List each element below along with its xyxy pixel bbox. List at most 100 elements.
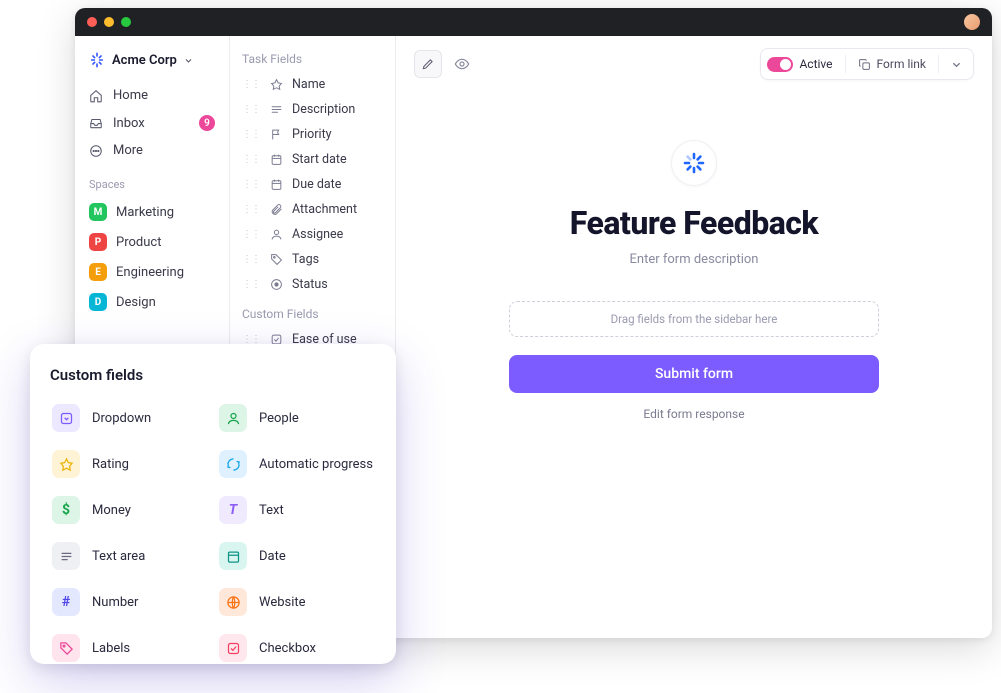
more-icon: [89, 144, 103, 158]
custom-field-type-date[interactable]: Date: [217, 536, 376, 576]
drag-handle-icon[interactable]: ⋮⋮: [242, 79, 260, 90]
field-type-label: Text: [259, 503, 284, 518]
form-logo[interactable]: [671, 140, 717, 186]
drag-handle-icon[interactable]: ⋮⋮: [242, 104, 260, 115]
form-canvas: Feature Feedback Enter form description …: [414, 140, 974, 421]
chevron-down-icon: [951, 59, 962, 70]
main: Active Form link Feature Feedback: [396, 36, 992, 638]
space-name: Design: [116, 295, 156, 310]
space-item[interactable]: PProduct: [85, 227, 219, 257]
field-type-icon: [269, 228, 283, 242]
task-field-item[interactable]: ⋮⋮ Tags: [240, 247, 385, 272]
space-item[interactable]: MMarketing: [85, 197, 219, 227]
field-type-label: Rating: [92, 457, 129, 472]
task-field-item[interactable]: ⋮⋮Assignee: [240, 222, 385, 247]
custom-field-type-dropdown[interactable]: Dropdown: [50, 398, 209, 438]
field-type-icon: T: [219, 496, 247, 524]
form-title[interactable]: Feature Feedback: [570, 204, 818, 242]
field-label: Due date: [292, 177, 341, 192]
space-item[interactable]: EEngineering: [85, 257, 219, 287]
custom-field-type-number[interactable]: #Number: [50, 582, 209, 622]
nav-home-label: Home: [113, 88, 148, 103]
field-type-icon: [269, 278, 283, 292]
field-type-icon: [52, 542, 80, 570]
drag-handle-icon[interactable]: ⋮⋮: [242, 254, 260, 265]
titlebar: [75, 8, 992, 36]
pencil-icon: [421, 57, 435, 71]
task-field-item[interactable]: ⋮⋮ Description: [240, 97, 385, 122]
field-type-label: Dropdown: [92, 411, 151, 426]
divider: [938, 55, 939, 73]
space-icon: E: [89, 263, 107, 281]
workspace-name: Acme Corp: [112, 53, 177, 68]
task-field-item[interactable]: ⋮⋮Priority: [240, 122, 385, 147]
drag-handle-icon[interactable]: ⋮⋮: [242, 129, 260, 140]
form-description[interactable]: Enter form description: [630, 252, 759, 267]
nav-home[interactable]: Home: [85, 82, 219, 109]
field-type-icon: [269, 78, 283, 92]
custom-field-type-text-area[interactable]: Text area: [50, 536, 209, 576]
preview-button[interactable]: [448, 50, 476, 78]
link-icon: [858, 58, 871, 71]
task-field-item[interactable]: ⋮⋮ Due date: [240, 172, 385, 197]
form-link-button[interactable]: Form link: [852, 54, 932, 74]
field-label: Tags: [292, 252, 319, 267]
custom-fields-label: Custom Fields: [240, 305, 385, 327]
space-item[interactable]: DDesign: [85, 287, 219, 317]
workspace-switcher[interactable]: Acme Corp: [85, 50, 219, 82]
nav-more[interactable]: More: [85, 137, 219, 164]
window-controls: [87, 17, 131, 27]
field-type-label: Number: [92, 595, 138, 610]
window-minimize-icon[interactable]: [104, 17, 114, 27]
field-type-icon: [219, 404, 247, 432]
custom-field-type-automatic-progress[interactable]: Automatic progress: [217, 444, 376, 484]
task-field-item[interactable]: ⋮⋮Start date: [240, 147, 385, 172]
space-name: Product: [116, 235, 161, 250]
submit-button[interactable]: Submit form: [509, 355, 879, 393]
active-toggle[interactable]: [767, 57, 793, 72]
task-field-item[interactable]: ⋮⋮Status: [240, 272, 385, 297]
spinner-icon: [682, 151, 706, 175]
chevron-down-icon: [184, 56, 193, 65]
drag-handle-icon[interactable]: ⋮⋮: [242, 279, 260, 290]
form-dropzone[interactable]: Drag fields from the sidebar here: [509, 301, 879, 337]
field-label: Attachment: [292, 202, 357, 217]
custom-field-type-checkbox[interactable]: Checkbox: [217, 628, 376, 664]
window-maximize-icon[interactable]: [121, 17, 131, 27]
home-icon: [89, 89, 103, 103]
custom-field-type-text[interactable]: T Text: [217, 490, 376, 530]
field-type-icon: [269, 153, 283, 167]
field-type-icon: [219, 450, 247, 478]
field-type-label: Automatic progress: [259, 457, 373, 472]
active-label: Active: [799, 57, 838, 71]
inbox-icon: [89, 116, 103, 130]
edit-mode-button[interactable]: [414, 50, 442, 78]
custom-field-type-labels[interactable]: Labels: [50, 628, 209, 664]
avatar[interactable]: [964, 14, 980, 30]
nav-inbox[interactable]: Inbox 9: [85, 109, 219, 137]
drag-handle-icon[interactable]: ⋮⋮: [242, 229, 260, 240]
field-label: Description: [292, 102, 355, 117]
drag-handle-icon[interactable]: ⋮⋮: [242, 204, 260, 215]
field-type-icon: [219, 542, 247, 570]
custom-field-type-rating[interactable]: Rating: [50, 444, 209, 484]
field-type-label: Checkbox: [259, 641, 316, 656]
drag-handle-icon[interactable]: ⋮⋮: [242, 179, 260, 190]
drag-handle-icon[interactable]: ⋮⋮: [242, 154, 260, 165]
field-type-icon: $: [52, 496, 80, 524]
edit-response-link[interactable]: Edit form response: [643, 407, 744, 421]
field-type-label: Money: [92, 503, 131, 518]
task-field-item[interactable]: ⋮⋮Name: [240, 72, 385, 97]
inbox-badge: 9: [199, 115, 215, 131]
toolbar-menu-button[interactable]: [945, 53, 967, 75]
custom-field-type-money[interactable]: $ Money: [50, 490, 209, 530]
popover-title: Custom fields: [50, 366, 376, 384]
custom-field-type-website[interactable]: Website: [217, 582, 376, 622]
toolbar-right: Active Form link: [760, 48, 974, 80]
field-type-label: Date: [259, 549, 286, 564]
window-close-icon[interactable]: [87, 17, 97, 27]
field-type-label: Website: [259, 595, 306, 610]
field-type-icon: [269, 178, 283, 192]
custom-field-type-people[interactable]: People: [217, 398, 376, 438]
task-field-item[interactable]: ⋮⋮ Attachment: [240, 197, 385, 222]
